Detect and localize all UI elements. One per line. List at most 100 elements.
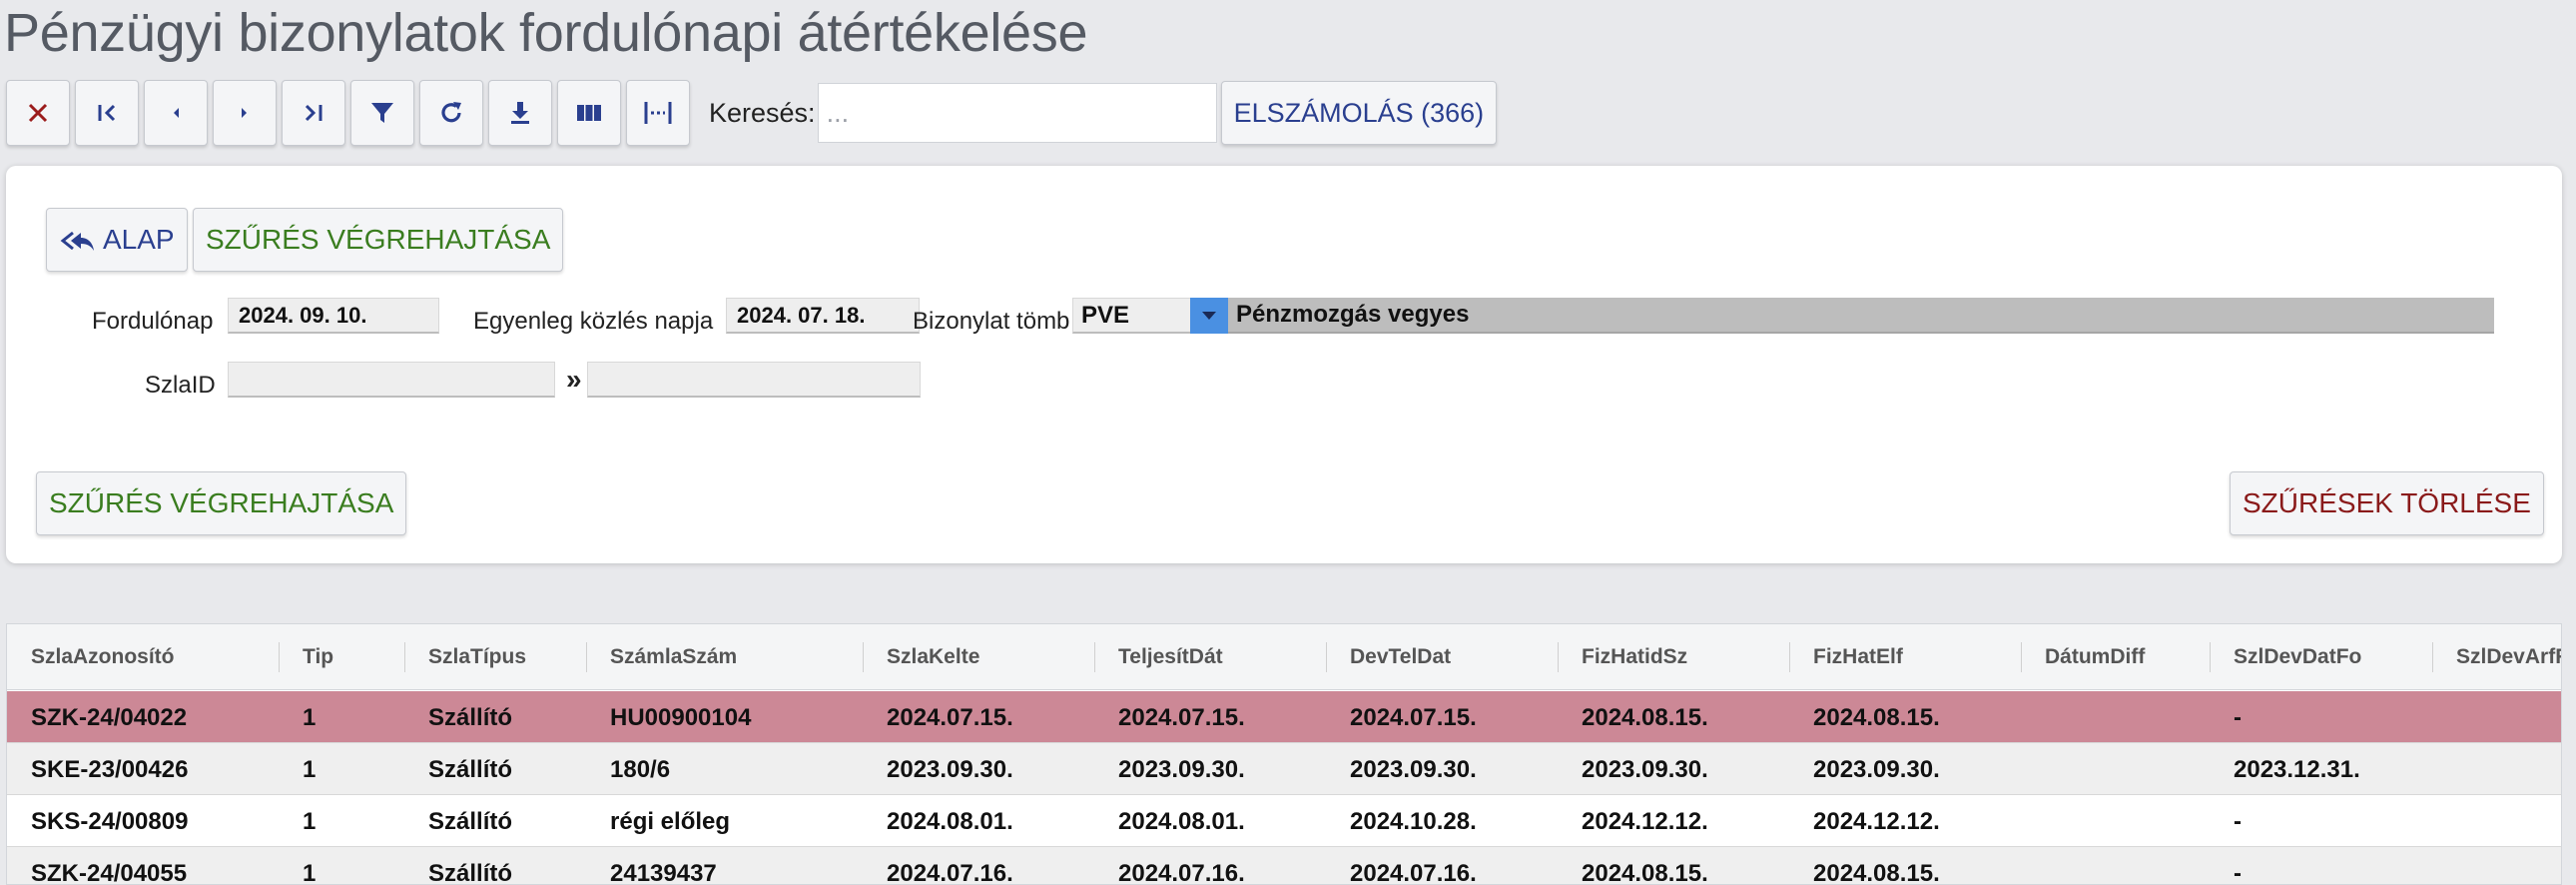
clear-filters-button[interactable]: SZŰRÉSEK TÖRLÉSE [2230, 471, 2544, 535]
columns-icon [577, 105, 601, 121]
table-cell: Szállító [428, 808, 513, 835]
reply-all-icon [60, 231, 94, 251]
alap-label: ALAP [103, 224, 175, 255]
table-row[interactable]: SKS-24/00809 1 Szállító régi előleg 2024.08.… [7, 795, 2561, 847]
table-cell: 1 [303, 860, 317, 885]
szlaid-label: SzlaID [145, 372, 216, 399]
table-row[interactable]: SKE-23/00426 1 Szállító 180/6 2023.09.30. 202… [7, 743, 2561, 795]
column-header[interactable]: DátumDiff [2021, 624, 2210, 690]
table-cell: 2024.12.12. [1582, 808, 1708, 835]
close-icon [28, 103, 48, 123]
column-header[interactable]: SzlDevDatFo [2210, 624, 2432, 690]
column-header[interactable]: SzámlaSzám [586, 624, 863, 690]
table-cell: SKE-23/00426 [31, 756, 189, 783]
column-header[interactable]: TeljesítDát [1094, 624, 1326, 690]
table-row[interactable]: SZK-24/04055 1 Szállító 24139437 2024.07.16.… [7, 847, 2561, 885]
table-cell: 2024.08.15. [1582, 704, 1708, 731]
table-cell: 2023.09.30. [1813, 756, 1940, 783]
fit-width-button[interactable] [626, 80, 690, 146]
refresh-button[interactable] [419, 80, 483, 146]
prev-button[interactable] [144, 80, 208, 146]
column-header[interactable]: FizHatElf [1789, 624, 2021, 690]
bizonylat-desc-field: Pénzmozgás vegyes [1228, 298, 2494, 334]
table-cell: régi előleg [610, 808, 731, 835]
egyenleg-field[interactable]: 2024. 07. 18. [726, 298, 920, 334]
column-header[interactable]: SzlaAzonosító [7, 624, 279, 690]
download-icon [511, 102, 529, 124]
table-cell: 2024.08.01. [887, 808, 1013, 835]
table-cell [2021, 691, 2210, 743]
table-cell: 2024.08.15. [1813, 704, 1940, 731]
column-separator[interactable] [2432, 642, 2433, 672]
table-cell: 1 [303, 704, 317, 731]
table-cell [2432, 743, 2561, 795]
execute-filter-bottom-button[interactable]: SZŰRÉS VÉGREHAJTÁSA [36, 471, 407, 535]
grid-header: SzlaAzonosító Tip SzlaTípus SzámlaSzám SzlaK… [7, 624, 2561, 690]
last-page-icon [305, 104, 322, 122]
download-button[interactable] [488, 80, 552, 146]
table-cell: 2024.07.15. [1118, 704, 1245, 731]
table-cell: Szállító [428, 704, 513, 731]
first-page-button[interactable] [75, 80, 139, 146]
search-input[interactable] [817, 83, 1217, 143]
egyenleg-label: Egyenleg közlés napja [473, 308, 714, 335]
table-cell: 2023.09.30. [1582, 756, 1708, 783]
column-separator[interactable] [279, 642, 280, 672]
table-cell [2432, 795, 2561, 847]
next-button[interactable] [213, 80, 277, 146]
fordulonap-field[interactable]: 2024. 09. 10. [228, 298, 439, 334]
range-separator: » [566, 364, 582, 395]
table-cell: 2024.07.16. [1118, 860, 1245, 885]
alap-button[interactable]: ALAP [46, 208, 188, 272]
column-separator[interactable] [2021, 642, 2022, 672]
table-cell: 1 [303, 756, 317, 783]
toolbar: Keresés: ELSZÁMOLÁS (366) [6, 79, 1498, 147]
table-cell: SZK-24/04055 [31, 860, 188, 885]
elszamolas-button[interactable]: ELSZÁMOLÁS (366) [1220, 81, 1498, 145]
filter-panel: ALAP SZŰRÉS VÉGREHAJTÁSA Fordulónap 2024… [6, 166, 2562, 563]
table-cell: SZK-24/04022 [31, 704, 188, 731]
column-separator[interactable] [1558, 642, 1559, 672]
bizonylat-label: Bizonylat tömb [913, 308, 1070, 335]
table-cell [2021, 795, 2210, 847]
column-separator[interactable] [2210, 642, 2211, 672]
column-separator[interactable] [586, 642, 587, 672]
first-page-icon [98, 104, 116, 122]
table-cell: 2024.07.16. [887, 860, 1013, 885]
table-cell: 2024.07.15. [1350, 704, 1477, 731]
last-page-button[interactable] [282, 80, 345, 146]
table-cell: HU00900104 [610, 704, 752, 731]
table-cell [2021, 743, 2210, 795]
bizonylat-code-field[interactable]: PVE [1072, 298, 1196, 334]
columns-button[interactable] [557, 80, 621, 146]
bizonylat-dropdown-button[interactable] [1190, 298, 1228, 334]
table-cell: - [2234, 704, 2242, 731]
column-header[interactable]: SzlaKelte [863, 624, 1094, 690]
close-button[interactable] [6, 80, 70, 146]
column-header[interactable]: SzlaTípus [404, 624, 586, 690]
column-header[interactable]: Tip [279, 624, 404, 690]
szlaid-from-field[interactable] [228, 362, 555, 398]
column-separator[interactable] [1789, 642, 1790, 672]
column-header[interactable]: FizHatidSz [1558, 624, 1789, 690]
table-cell: 2023.09.30. [1118, 756, 1245, 783]
table-cell: 1 [303, 808, 317, 835]
szlaid-to-field[interactable] [587, 362, 921, 398]
table-cell: 2024.08.15. [1813, 860, 1940, 885]
fordulonap-label: Fordulónap [92, 308, 214, 335]
table-cell: 2024.07.16. [1350, 860, 1477, 885]
column-separator[interactable] [1326, 642, 1327, 672]
column-separator[interactable] [404, 642, 405, 672]
table-cell: 24139437 [610, 860, 717, 885]
table-row[interactable]: SZK-24/04022 1 Szállító HU00900104 2024.07.1… [7, 691, 2561, 743]
table-cell: SKS-24/00809 [31, 808, 189, 835]
table-cell: 2024.10.28. [1350, 808, 1477, 835]
table-cell: 2024.12.12. [1813, 808, 1940, 835]
column-separator[interactable] [1094, 642, 1095, 672]
filter-button[interactable] [350, 80, 414, 146]
execute-filter-top-button[interactable]: SZŰRÉS VÉGREHAJTÁSA [193, 208, 564, 272]
column-header[interactable]: DevTelDat [1326, 624, 1558, 690]
table-cell: Szállító [428, 860, 513, 885]
column-header[interactable]: SzlDevArfFo [2432, 624, 2561, 690]
column-separator[interactable] [863, 642, 864, 672]
